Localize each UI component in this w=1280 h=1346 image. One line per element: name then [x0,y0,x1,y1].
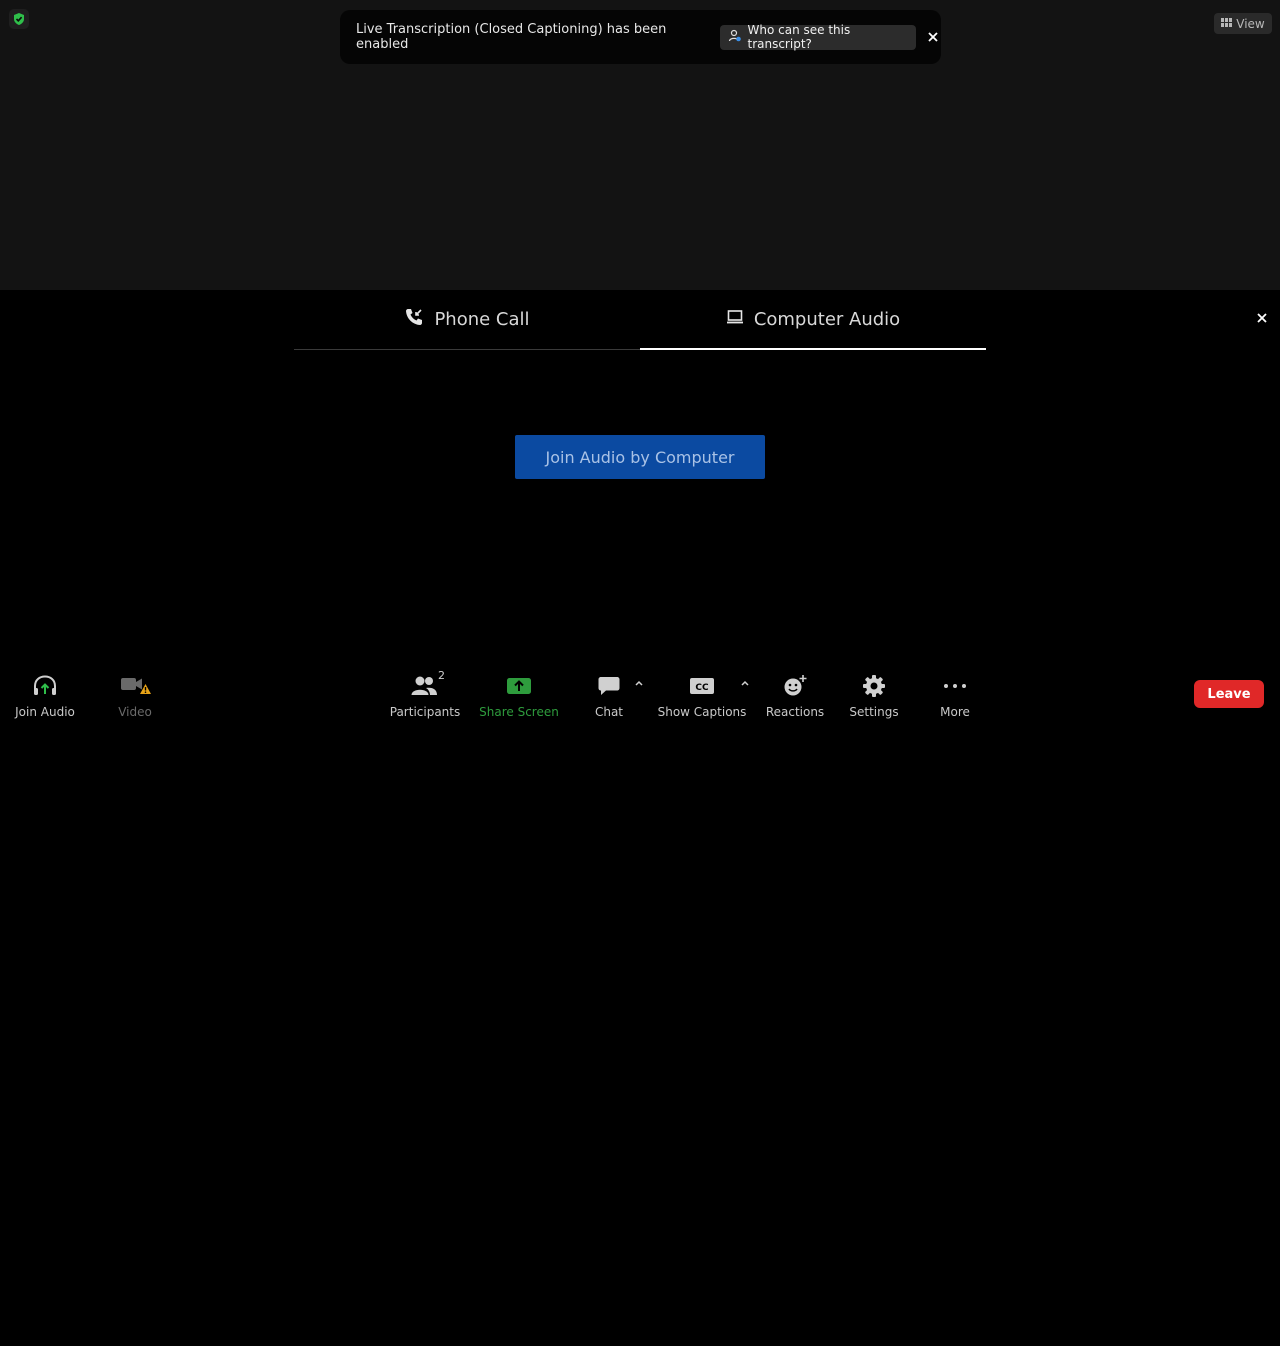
join-audio-button[interactable]: Join Audio [14,660,76,720]
smiley-plus-icon [782,671,808,701]
captions-caret-icon[interactable] [739,674,751,686]
laptop-icon [726,309,744,330]
notification-message: Live Transcription (Closed Captioning) h… [356,22,667,52]
chat-button[interactable]: Chat [589,660,629,720]
who-can-see-transcript-button[interactable]: Who can see this transcript? [720,23,916,51]
participants-count: 2 [438,669,445,682]
show-captions-button[interactable]: CC Show Captions [657,660,747,720]
view-label: View [1236,16,1265,31]
chat-caret-icon[interactable] [633,674,645,686]
participants-button[interactable]: 2 Participants [389,660,461,720]
cc-icon-text: CC [695,683,709,693]
leave-button[interactable]: Leave [1194,680,1264,708]
share-screen-label: Share Screen [479,705,559,719]
show-captions-label: Show Captions [657,705,747,719]
video-label: Video [118,705,152,719]
phone-icon [404,307,424,332]
reactions-button[interactable]: Reactions [765,660,825,720]
more-label: More [940,705,970,719]
close-notification-icon[interactable] [926,29,941,45]
headphones-icon [32,671,58,701]
join-audio-by-computer-button[interactable]: Join Audio by Computer [515,435,765,479]
security-shield-icon[interactable] [9,9,29,29]
reactions-label: Reactions [765,705,825,719]
participants-icon: 2 [410,669,445,701]
settings-label: Settings [849,705,899,719]
tab-computer-audio[interactable]: Computer Audio [640,290,986,350]
chat-bubble-icon [597,671,621,701]
grid-icon [1221,17,1233,31]
audio-tabs: Phone Call Computer Audio [294,290,986,350]
more-button[interactable]: More [930,660,980,720]
settings-button[interactable]: Settings [849,660,899,720]
share-screen-button[interactable]: Share Screen [479,660,559,720]
video-camera-icon [115,671,155,701]
share-screen-icon [506,671,532,701]
video-button[interactable]: Video [110,660,160,720]
gear-icon [862,671,886,701]
chat-options-caret-icon[interactable] [633,1334,645,1346]
user-lock-icon [728,29,742,46]
meeting-video-area: Live Transcription (Closed Captioning) h… [0,0,1280,290]
close-audio-panel-icon[interactable] [1254,310,1270,326]
who-can-see-label: Who can see this transcript? [747,23,851,51]
tab-phone-call[interactable]: Phone Call [294,290,640,350]
meeting-toolbar: Join Audio Video 2 Participants Share Sc… [0,660,1280,720]
join-audio-label: Join Audio [15,705,75,719]
view-button[interactable]: View [1214,13,1272,34]
more-dots-icon [943,671,967,701]
join-audio-panel: Phone Call Computer Audio Join Audio by … [0,290,1280,660]
tab-phone-call-label: Phone Call [434,309,530,330]
transcription-notification: Live Transcription (Closed Captioning) h… [340,10,941,64]
participants-label: Participants [389,705,461,719]
tab-computer-audio-label: Computer Audio [753,308,901,330]
closed-captions-icon: CC [689,671,715,701]
chat-label: Chat [594,705,624,719]
